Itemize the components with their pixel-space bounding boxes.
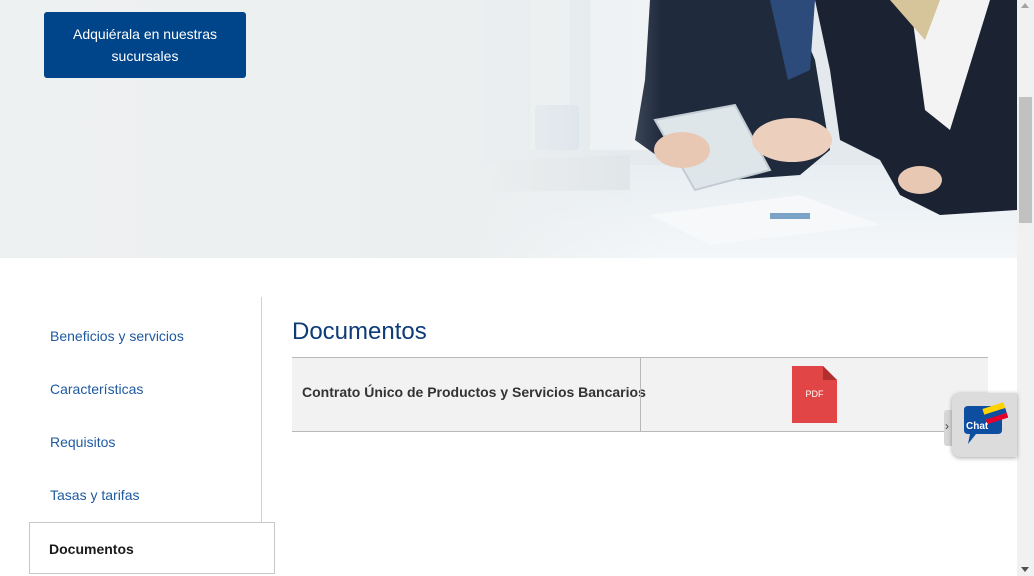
document-name: Contrato Único de Productos y Servicios …: [302, 384, 646, 400]
chevron-right-icon: ›: [945, 419, 949, 433]
section-sidebar-nav: Beneficios y servicios Características R…: [29, 297, 276, 576]
acquire-in-branches-button[interactable]: Adquiérala en nuestras sucursales: [44, 12, 246, 78]
scroll-up-icon[interactable]: [1021, 3, 1029, 8]
documents-table: Contrato Único de Productos y Servicios …: [292, 357, 988, 432]
page-scrollbar[interactable]: [1017, 0, 1034, 576]
pdf-label: PDF: [805, 389, 824, 399]
sidebar-item-beneficios[interactable]: Beneficios y servicios: [50, 328, 184, 344]
sidebar-item-requisitos[interactable]: Requisitos: [50, 434, 115, 450]
chat-label: Chat: [966, 421, 989, 432]
scrollbar-thumb[interactable]: [1019, 97, 1032, 223]
table-column-divider: [640, 358, 641, 431]
sidebar-item-documentos-label[interactable]: Documentos: [49, 541, 134, 557]
hero-banner: Adquiérala en nuestras sucursales: [0, 0, 1017, 258]
hero-photo-business-people: [470, 0, 1017, 258]
sidebar-item-caracteristicas[interactable]: Características: [50, 381, 143, 397]
sidebar-divider: [261, 297, 262, 522]
scroll-down-icon[interactable]: [1021, 567, 1029, 572]
sidebar-item-tasas[interactable]: Tasas y tarifas: [50, 487, 139, 503]
documents-heading: Documentos: [292, 318, 427, 345]
pdf-icon[interactable]: PDF: [792, 366, 837, 423]
chat-button[interactable]: Chat: [952, 393, 1017, 457]
